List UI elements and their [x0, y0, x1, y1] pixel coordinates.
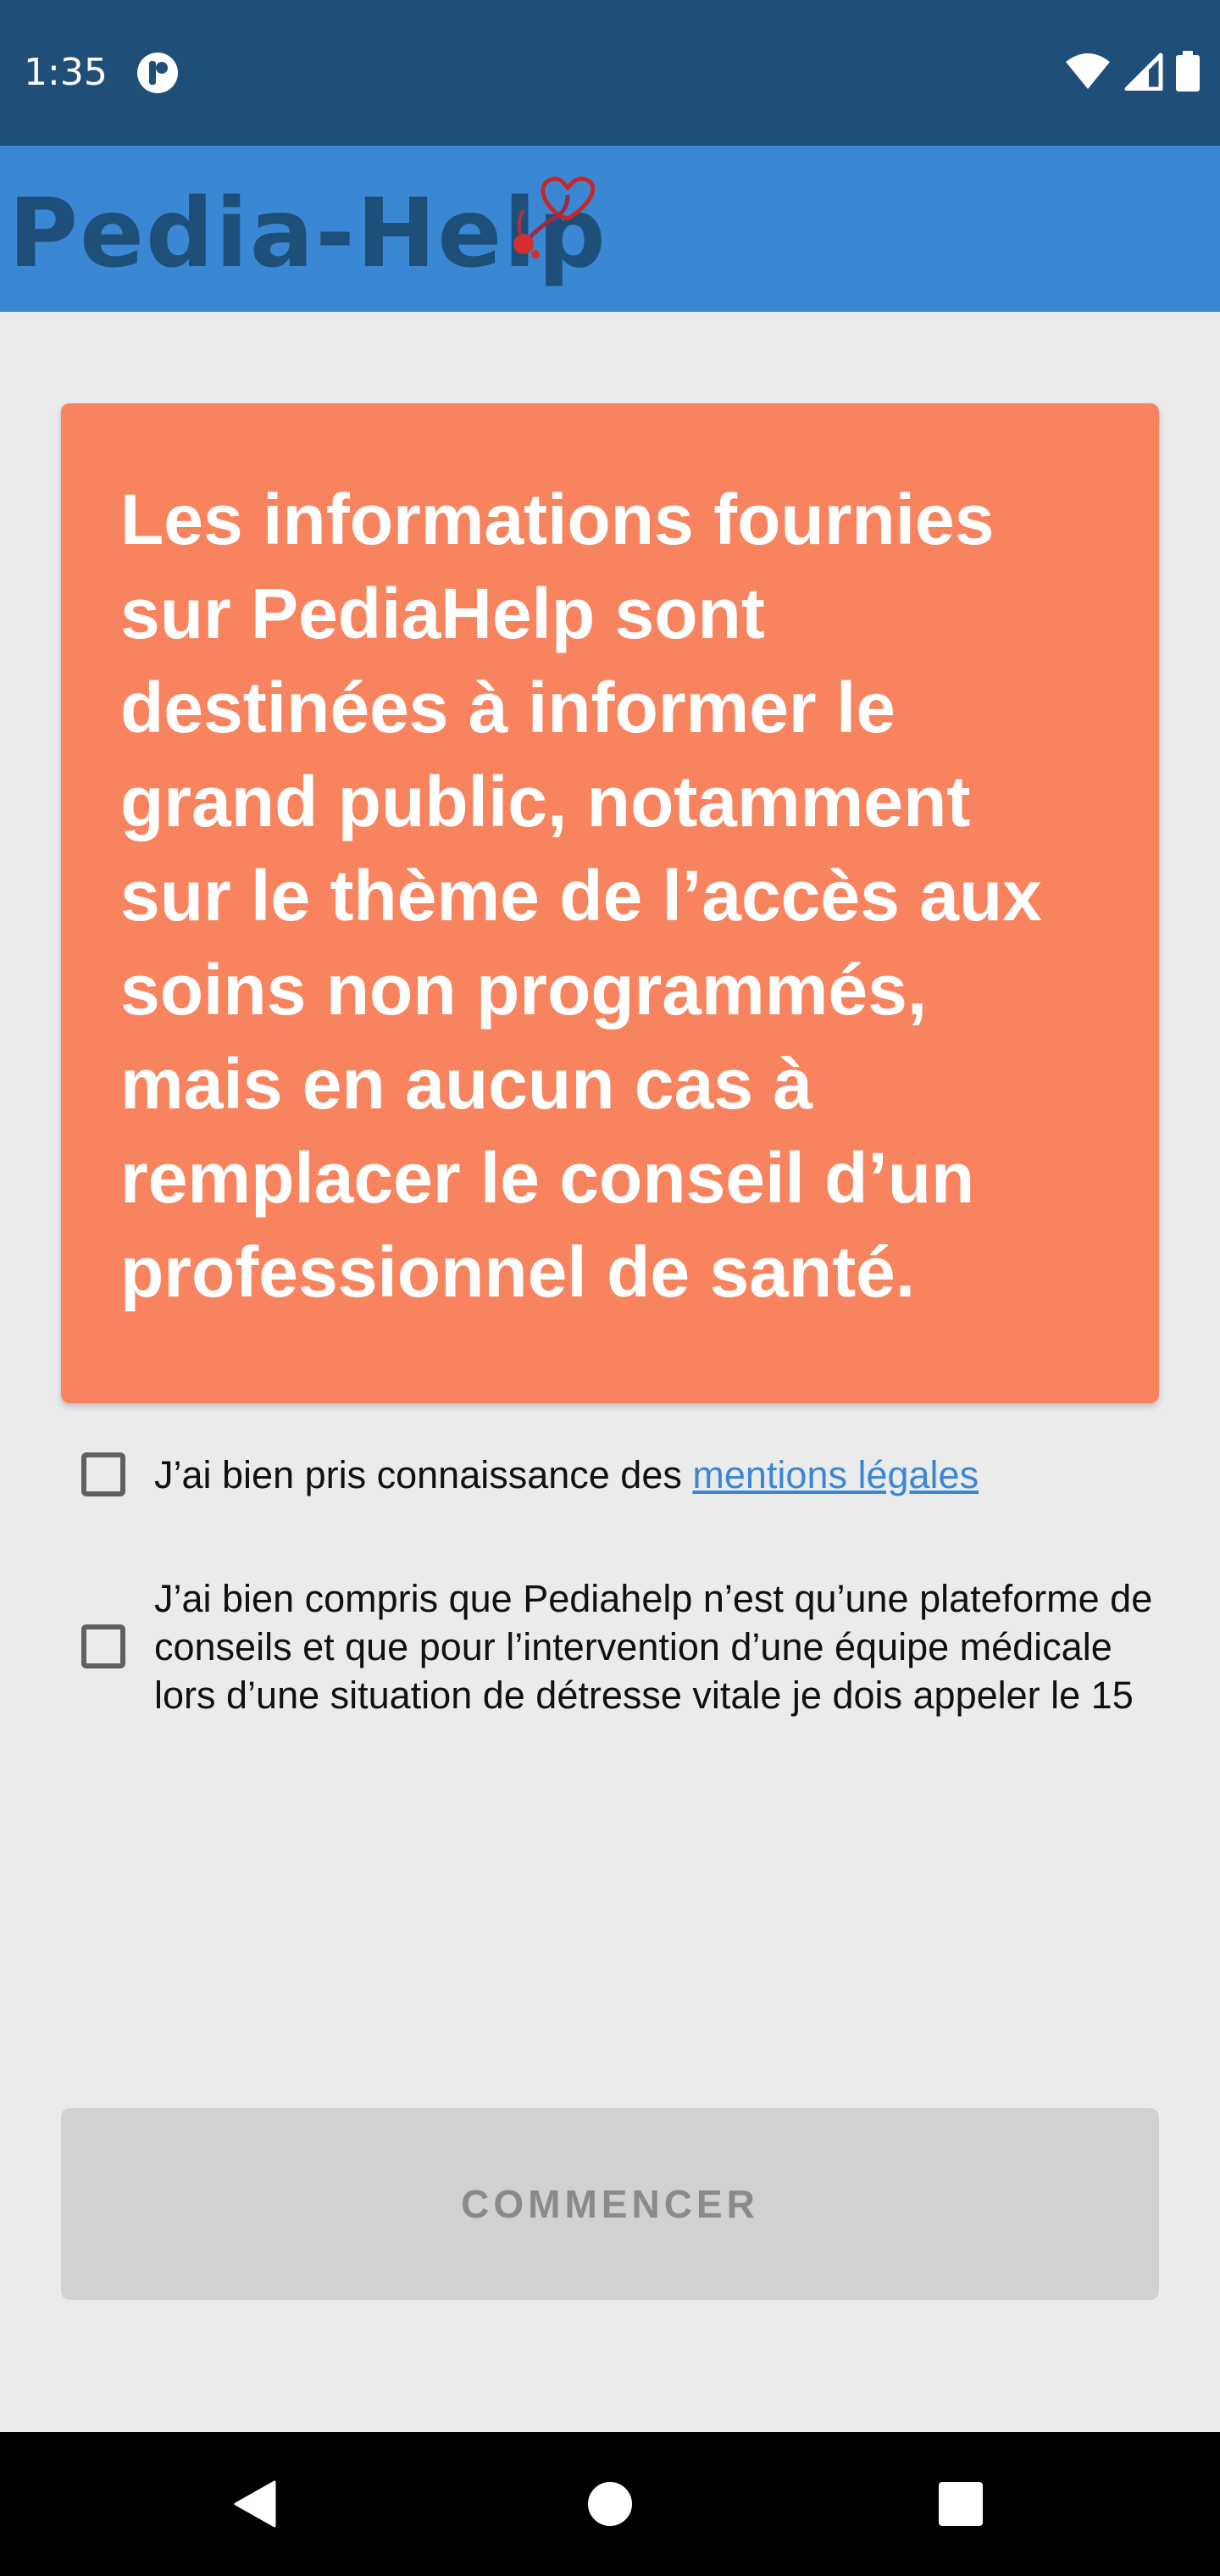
emergency-agreement-row[interactable]: J’ai bien compris que Pediahelp n’est qu… — [81, 1549, 1169, 1744]
disclaimer-text: Les informations fournies sur PediaHelp … — [120, 480, 1042, 1312]
legal-agreement-checkbox[interactable] — [81, 1452, 125, 1496]
status-time: 1:35 — [24, 51, 108, 94]
home-icon[interactable] — [576, 2470, 644, 2538]
app-bar: Pedia-Help — [0, 146, 1220, 312]
wifi-icon — [1064, 52, 1112, 95]
emergency-agreement-checkbox[interactable] — [81, 1624, 125, 1668]
legal-agreement-row[interactable]: J’ai bien pris connaissance des mentions… — [81, 1441, 1169, 1508]
status-icons — [1064, 49, 1200, 97]
pediahelp-notification-icon — [136, 51, 180, 95]
back-icon[interactable] — [220, 2470, 288, 2538]
app-logo: Pedia-Help — [8, 166, 606, 293]
legal-mentions-link[interactable]: mentions légales — [692, 1453, 979, 1496]
legal-agreement-label: J’ai bien pris connaissance des mentions… — [154, 1451, 979, 1499]
start-button[interactable]: COMMENCER — [61, 2108, 1159, 2300]
emergency-agreement-label: J’ai bien compris que Pediahelp n’est qu… — [154, 1576, 1153, 1717]
heart-stethoscope-icon — [483, 166, 602, 285]
legal-agreement-prefix: J’ai bien pris connaissance des — [154, 1452, 693, 1496]
battery-icon — [1176, 50, 1200, 96]
recents-icon[interactable] — [927, 2470, 995, 2538]
status-bar: 1:35 — [0, 0, 1220, 146]
signal-icon — [1123, 52, 1164, 95]
disclaimer-card: Les informations fournies sur PediaHelp … — [61, 403, 1159, 1403]
system-navigation-bar — [0, 2432, 1220, 2576]
